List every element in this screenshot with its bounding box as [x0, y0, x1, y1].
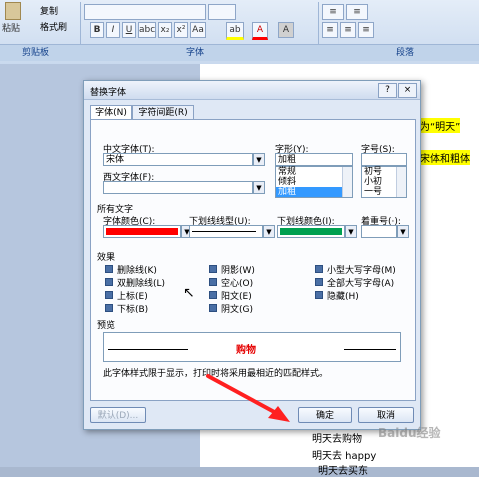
- clipboard-icon: [5, 2, 21, 20]
- superscript-label: 上标(E): [117, 292, 148, 302]
- double-strikethrough-label: 双删除线(L): [117, 279, 166, 289]
- default-button[interactable]: 默认(D)...: [90, 407, 146, 423]
- preview-baseline: [108, 349, 188, 350]
- align-center-button[interactable]: ≡: [340, 22, 356, 38]
- strikethrough-label: 删除线(K): [117, 266, 157, 276]
- paste-button[interactable]: 粘贴: [2, 2, 22, 40]
- all-caps-label: 全部大写字母(A): [327, 279, 395, 289]
- annotation-arrow-icon: [206, 374, 290, 422]
- underline-type-field[interactable]: [189, 225, 263, 238]
- bold-button[interactable]: B: [90, 22, 104, 38]
- small-caps-checkbox[interactable]: [315, 265, 323, 273]
- strikethrough-button[interactable]: abc: [138, 22, 156, 38]
- bullets-button[interactable]: ≡: [322, 4, 344, 20]
- font-tab-panel: 中文字体(T): 宋体 ▼ 西文字体(F): ▼ 字形(Y): 加粗 常规 倾斜…: [90, 119, 416, 401]
- style-field[interactable]: 加粗: [275, 153, 353, 166]
- numbering-button[interactable]: ≡: [346, 4, 368, 20]
- align-right-button[interactable]: ≡: [358, 22, 374, 38]
- cancel-button[interactable]: 取消: [358, 407, 414, 423]
- preview-box: 购物: [103, 332, 401, 362]
- format-painter-button[interactable]: 格式刷: [40, 20, 67, 33]
- copy-button[interactable]: 复制: [40, 4, 58, 17]
- dialog-title: 替换字体: [90, 88, 127, 98]
- doc-line-4: 明天去 happy: [312, 451, 377, 462]
- strikethrough-checkbox[interactable]: [105, 265, 113, 273]
- underline-color-picker[interactable]: [277, 225, 345, 238]
- list-item[interactable]: 倾斜: [276, 177, 352, 187]
- chevron-down-icon[interactable]: ▼: [397, 225, 409, 238]
- hidden-label: 隐藏(H): [327, 292, 359, 302]
- list-item[interactable]: 常规: [276, 167, 352, 177]
- small-caps-label: 小型大写字母(M): [327, 266, 396, 276]
- engrave-label: 阴文(G): [221, 305, 253, 315]
- clipboard-group-label: 剪贴板: [22, 48, 50, 58]
- watermark: Baidu经验: [378, 426, 441, 440]
- change-case-button[interactable]: Aa: [190, 22, 206, 38]
- paste-label: 粘贴: [2, 24, 21, 34]
- italic-button[interactable]: I: [106, 22, 120, 38]
- doc-line-5: 明天去买东: [318, 466, 368, 477]
- subscript-checkbox[interactable]: [105, 304, 113, 312]
- paragraph-group-label: 段落: [396, 48, 415, 58]
- engrave-checkbox[interactable]: [209, 304, 217, 312]
- emboss-checkbox[interactable]: [209, 291, 217, 299]
- font-color-swatch: [106, 228, 178, 235]
- font-name-combo[interactable]: [84, 4, 206, 20]
- emphasis-field[interactable]: [361, 225, 397, 238]
- doc-line-1: 为“明天”: [420, 118, 461, 133]
- outline-checkbox[interactable]: [209, 278, 217, 286]
- scrollbar[interactable]: [396, 167, 406, 197]
- scrollbar[interactable]: [342, 167, 352, 197]
- subscript-button[interactable]: x₂: [158, 22, 172, 38]
- chinese-font-field[interactable]: 宋体: [103, 153, 253, 166]
- western-font-field[interactable]: [103, 181, 253, 194]
- shadow-label: 阴影(W): [221, 266, 255, 276]
- doc-line-2: 宋体和粗体: [420, 150, 470, 165]
- shadow-checkbox[interactable]: [209, 265, 217, 273]
- hidden-checkbox[interactable]: [315, 291, 323, 299]
- tab-character-spacing[interactable]: 字符间距(R): [132, 105, 194, 120]
- size-field[interactable]: [361, 153, 407, 166]
- character-shading-button[interactable]: A: [278, 22, 294, 38]
- preview-text: 购物: [236, 345, 256, 356]
- effects-section: 效果: [97, 253, 116, 263]
- font-color-picker[interactable]: [103, 225, 181, 238]
- font-size-combo[interactable]: [208, 4, 236, 20]
- emboss-label: 阳文(E): [221, 292, 252, 302]
- chevron-down-icon[interactable]: ▼: [253, 153, 265, 166]
- mouse-cursor-icon: ↖: [183, 285, 195, 301]
- chevron-down-icon[interactable]: ▼: [253, 181, 265, 194]
- size-listbox[interactable]: 初号 小初 一号: [361, 166, 407, 198]
- close-button[interactable]: ×: [398, 83, 417, 98]
- preview-baseline: [344, 349, 396, 350]
- underline-button[interactable]: U: [122, 22, 136, 38]
- highlight-button[interactable]: ab: [226, 22, 244, 40]
- align-left-button[interactable]: ≡: [322, 22, 338, 38]
- preview-section: 预览: [97, 321, 116, 331]
- help-button[interactable]: ?: [378, 83, 397, 98]
- chevron-down-icon[interactable]: ▼: [263, 225, 275, 238]
- superscript-checkbox[interactable]: [105, 291, 113, 299]
- ribbon: 粘贴 复制 格式刷 B I U abc x₂ x² Aa ab A A ≡ ≡ …: [0, 0, 479, 64]
- underline-color-swatch: [280, 228, 342, 235]
- font-group-label: 字体: [186, 48, 205, 58]
- dialog-titlebar[interactable]: 替换字体 ? ×: [84, 81, 420, 100]
- double-strikethrough-checkbox[interactable]: [105, 278, 113, 286]
- font-color-button[interactable]: A: [252, 22, 268, 40]
- chevron-down-icon[interactable]: ▼: [345, 225, 357, 238]
- all-caps-checkbox[interactable]: [315, 278, 323, 286]
- list-item-selected[interactable]: 加粗: [276, 187, 352, 197]
- outline-label: 空心(O): [221, 279, 254, 289]
- doc-line-3: 明天去购物: [312, 434, 362, 445]
- superscript-button[interactable]: x²: [174, 22, 188, 38]
- subscript-label: 下标(B): [117, 305, 149, 315]
- style-listbox[interactable]: 常规 倾斜 加粗: [275, 166, 353, 198]
- underline-sample: [192, 231, 256, 232]
- ok-button[interactable]: 确定: [298, 407, 352, 423]
